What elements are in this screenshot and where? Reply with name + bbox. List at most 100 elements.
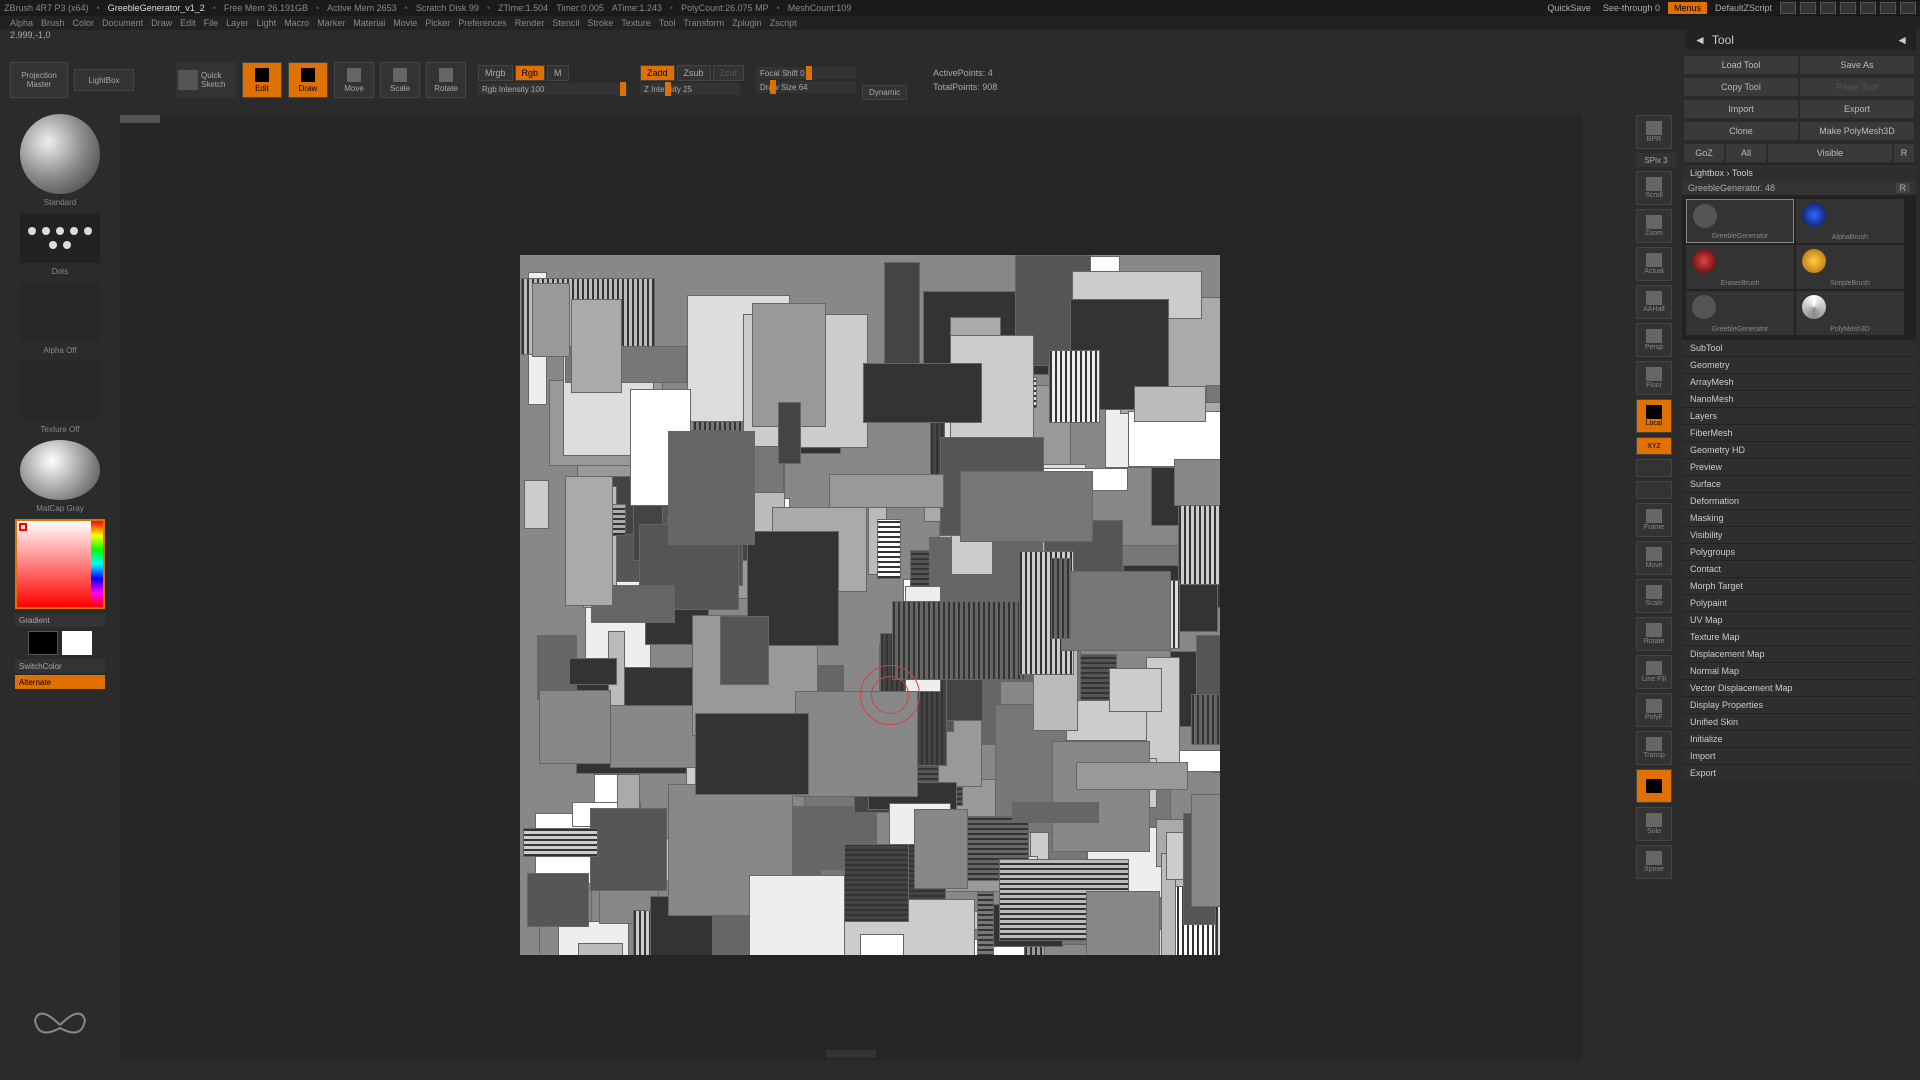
section-nanomesh[interactable]: NanoMesh	[1682, 390, 1916, 407]
zoom-button[interactable]: Zoom	[1636, 209, 1672, 243]
z-intensity-slider[interactable]: Z Intensity 25	[640, 83, 740, 95]
bpr-button[interactable]: BPR	[1636, 115, 1672, 149]
polyf-button[interactable]: PolyF	[1636, 693, 1672, 727]
scale-view-button[interactable]: Scale	[1636, 579, 1672, 613]
menu-file[interactable]: File	[204, 18, 219, 28]
lightbox-button[interactable]: LightBox	[74, 69, 134, 91]
section-geometry-hd[interactable]: Geometry HD	[1682, 441, 1916, 458]
goz-all-button[interactable]: All	[1726, 144, 1766, 162]
section-texture-map[interactable]: Texture Map	[1682, 628, 1916, 645]
tool-item-simplebrush[interactable]: SimpleBrush	[1796, 245, 1904, 289]
lightbox-tools-link[interactable]: Lightbox › Tools	[1682, 164, 1916, 181]
scroll-button[interactable]: Scroll	[1636, 171, 1672, 205]
tool-item-eraserbrush[interactable]: EraserBrush	[1686, 245, 1794, 289]
doc-tab[interactable]	[120, 115, 160, 123]
section-contact[interactable]: Contact	[1682, 560, 1916, 577]
menu-render[interactable]: Render	[515, 18, 545, 28]
local-button[interactable]: Local	[1636, 399, 1672, 433]
draw-size-slider[interactable]: Draw Size 64	[756, 81, 856, 93]
move-view-button[interactable]: Move	[1636, 541, 1672, 575]
menus-toggle[interactable]: Menus	[1668, 2, 1707, 14]
section-vector-displacement-map[interactable]: Vector Displacement Map	[1682, 679, 1916, 696]
dynamic-button[interactable]: Dynamic	[862, 85, 907, 100]
scale-mode-button[interactable]: Scale	[380, 62, 420, 98]
tool-palette-header[interactable]: ◄Tool◄	[1686, 30, 1916, 50]
menu-preferences[interactable]: Preferences	[458, 18, 507, 28]
menu-color[interactable]: Color	[73, 18, 95, 28]
goz-visible-button[interactable]: Visible	[1768, 144, 1892, 162]
gradient-button[interactable]: Gradient	[15, 613, 105, 627]
brush-preview[interactable]	[20, 114, 100, 194]
menu-transform[interactable]: Transform	[683, 18, 724, 28]
section-deformation[interactable]: Deformation	[1682, 492, 1916, 509]
section-visibility[interactable]: Visibility	[1682, 526, 1916, 543]
alpha-slot[interactable]	[20, 282, 100, 342]
quicksketch-button[interactable]: Quick Sketch	[176, 62, 236, 98]
stroke-preview[interactable]	[20, 213, 100, 263]
viewport[interactable]	[520, 255, 1220, 955]
canvas-area[interactable]	[120, 115, 1582, 1060]
section-polypaint[interactable]: Polypaint	[1682, 594, 1916, 611]
section-displacement-map[interactable]: Displacement Map	[1682, 645, 1916, 662]
window-btn-1[interactable]	[1780, 2, 1796, 14]
section-preview[interactable]: Preview	[1682, 458, 1916, 475]
switchcolor-button[interactable]: SwitchColor	[15, 659, 105, 673]
quicksave-button[interactable]: QuickSave	[1543, 3, 1595, 13]
section-unified-skin[interactable]: Unified Skin	[1682, 713, 1916, 730]
rotate-view-button[interactable]: Rotate	[1636, 617, 1672, 651]
rgb-intensity-slider[interactable]: Rgb Intensity 100	[478, 83, 628, 95]
draw-mode-button[interactable]: Draw	[288, 62, 328, 98]
section-display-properties[interactable]: Display Properties	[1682, 696, 1916, 713]
menu-alpha[interactable]: Alpha	[10, 18, 33, 28]
ghost-button[interactable]	[1636, 769, 1672, 803]
menu-draw[interactable]: Draw	[151, 18, 172, 28]
section-polygroups[interactable]: Polygroups	[1682, 543, 1916, 560]
section-normal-map[interactable]: Normal Map	[1682, 662, 1916, 679]
make-polymesh3d-button[interactable]: Make PolyMesh3D	[1800, 122, 1914, 140]
rotate-mode-button[interactable]: Rotate	[426, 62, 466, 98]
section-fibermesh[interactable]: FiberMesh	[1682, 424, 1916, 441]
menu-macro[interactable]: Macro	[284, 18, 309, 28]
actual-button[interactable]: Actual	[1636, 247, 1672, 281]
section-initialize[interactable]: Initialize	[1682, 730, 1916, 747]
rgb-button[interactable]: Rgb	[515, 65, 546, 81]
section-masking[interactable]: Masking	[1682, 509, 1916, 526]
seethrough-slider[interactable]: See-through 0	[1599, 3, 1664, 13]
frame-button[interactable]: Frame	[1636, 503, 1672, 537]
default-zscript[interactable]: DefaultZScript	[1711, 3, 1776, 13]
projection-master-button[interactable]: Projection Master	[10, 62, 68, 98]
section-layers[interactable]: Layers	[1682, 407, 1916, 424]
spix-slider[interactable]: SPix 3	[1636, 153, 1676, 167]
aahalf-button[interactable]: AAHalf	[1636, 285, 1672, 319]
tool-item-greeble2[interactable]: GreebleGenerator	[1686, 291, 1794, 335]
zadd-button[interactable]: Zadd	[640, 65, 675, 81]
current-tool-name[interactable]: GreebleGenerator. 48R	[1682, 181, 1916, 195]
r-sym-button[interactable]	[1636, 481, 1672, 499]
menu-brush[interactable]: Brush	[41, 18, 65, 28]
material-preview[interactable]	[20, 440, 100, 500]
section-geometry[interactable]: Geometry	[1682, 356, 1916, 373]
menu-marker[interactable]: Marker	[317, 18, 345, 28]
secondary-color-swatch[interactable]	[28, 631, 58, 655]
texture-slot[interactable]	[20, 361, 100, 421]
window-maximize[interactable]	[1880, 2, 1896, 14]
export-button[interactable]: Export	[1800, 100, 1914, 118]
menu-edit[interactable]: Edit	[180, 18, 196, 28]
copy-tool-button[interactable]: Copy Tool	[1684, 78, 1798, 96]
alternate-button[interactable]: Alternate	[15, 675, 105, 689]
load-tool-button[interactable]: Load Tool	[1684, 56, 1798, 74]
menu-zscript[interactable]: Zscript	[770, 18, 797, 28]
menu-tool[interactable]: Tool	[659, 18, 676, 28]
l-sym-button[interactable]	[1636, 459, 1672, 477]
menu-layer[interactable]: Layer	[226, 18, 249, 28]
goz-button[interactable]: GoZ	[1684, 144, 1724, 162]
tool-item-alphabrush[interactable]: AlphaBrush	[1796, 199, 1904, 243]
section-export[interactable]: Export	[1682, 764, 1916, 781]
menu-zplugin[interactable]: Zplugin	[732, 18, 762, 28]
import-button[interactable]: Import	[1684, 100, 1798, 118]
window-btn-2[interactable]	[1800, 2, 1816, 14]
section-morph-target[interactable]: Morph Target	[1682, 577, 1916, 594]
menu-picker[interactable]: Picker	[425, 18, 450, 28]
window-btn-4[interactable]	[1840, 2, 1856, 14]
window-close[interactable]	[1900, 2, 1916, 14]
